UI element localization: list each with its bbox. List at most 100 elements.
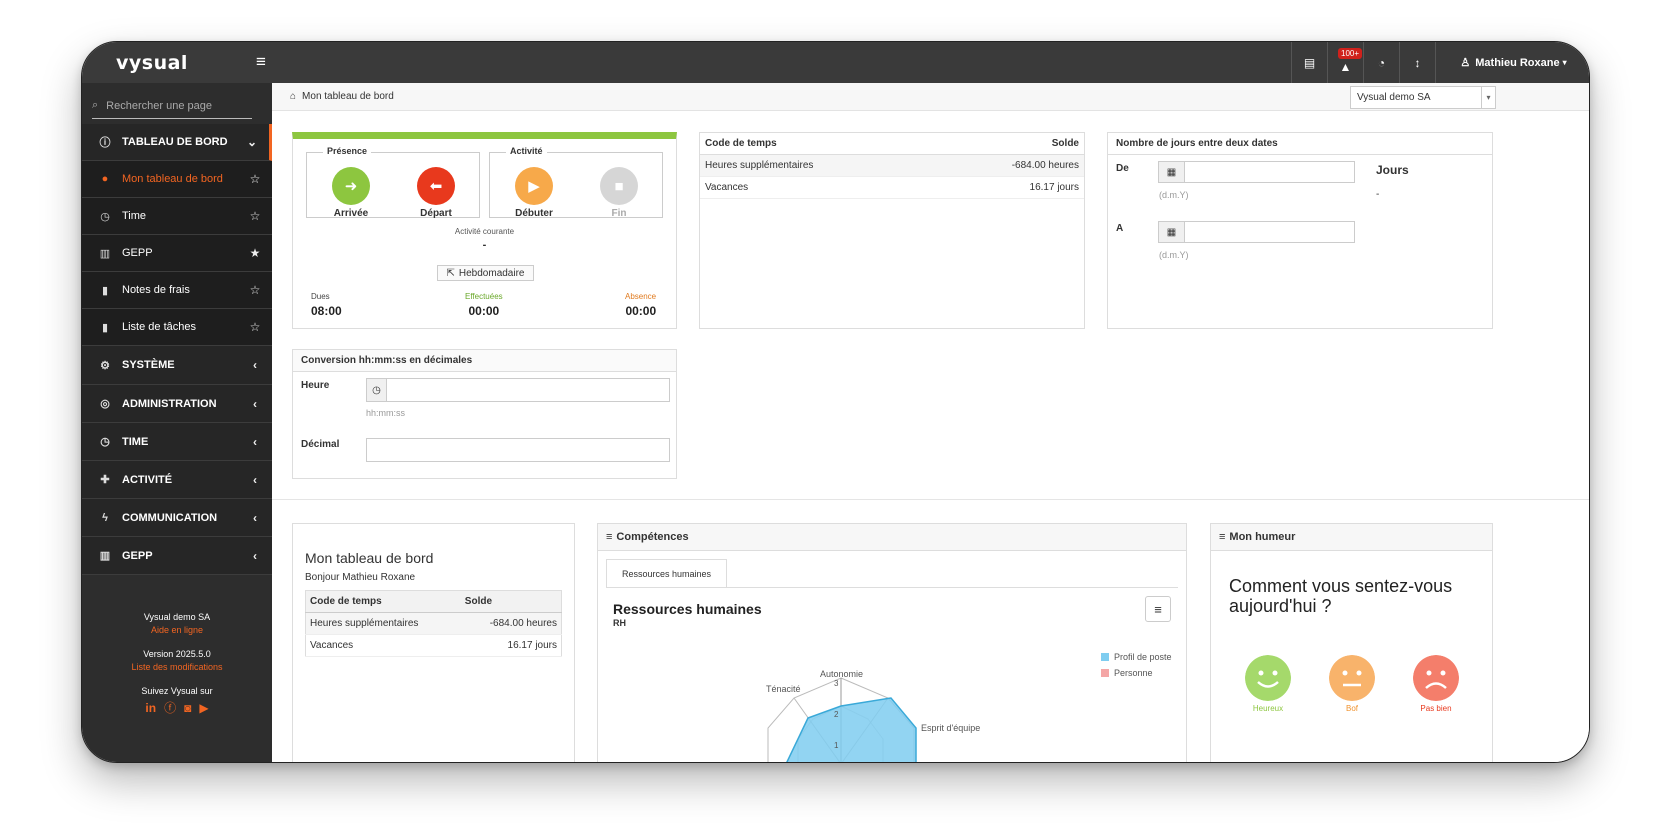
sidebar-item-gepp[interactable]: ▥ GEPP ★: [82, 235, 272, 272]
caret-down-icon: ▾: [1481, 87, 1495, 108]
document-button[interactable]: ▤: [1291, 42, 1327, 83]
sidebar-item-label: TABLEAU DE BORD: [122, 136, 228, 148]
dashboard-title: Mon tableau de bord: [305, 550, 434, 566]
sidebar-item-administration[interactable]: ◎ ADMINISTRATION ‹: [82, 385, 272, 423]
sidebar-item-label: ACTIVITÉ: [122, 473, 173, 486]
sidebar-item-notes-de-frais[interactable]: ▮ Notes de frais ☆: [82, 272, 272, 309]
star-outline-icon[interactable]: ☆: [246, 320, 264, 334]
app-logo: vysual: [116, 52, 188, 74]
decimal-input[interactable]: [366, 438, 670, 462]
sidebar-item-gepp-section[interactable]: ▥ GEPP ‹: [82, 537, 272, 575]
chevron-down-icon: ⌄: [246, 135, 258, 149]
sidebar: ⌕ Rechercher une page ⓘ TABLEAU DE BORD …: [82, 83, 272, 762]
legend-label: Personne: [1114, 668, 1153, 678]
legend-item[interactable]: Personne: [1101, 668, 1153, 678]
play-icon: ▶: [528, 178, 540, 195]
legend-item[interactable]: Profil de poste: [1101, 652, 1172, 662]
activite-group-title: Activité: [506, 146, 547, 156]
company-select[interactable]: Vysual demo SA ▾: [1350, 86, 1496, 109]
sidebar-item-tableau-de-bord[interactable]: ⓘ TABLEAU DE BORD ⌄: [82, 124, 272, 161]
happy-face-icon[interactable]: [1245, 655, 1291, 701]
sad-face-icon[interactable]: [1413, 655, 1459, 701]
debuter-label: Débuter: [515, 208, 553, 219]
star-outline-icon[interactable]: ☆: [246, 283, 264, 297]
changelog-link[interactable]: Liste des modifications: [82, 661, 272, 674]
bolt-icon: ϟ: [102, 511, 108, 524]
youtube-icon[interactable]: ▶: [199, 702, 208, 715]
sidebar-item-liste-de-taches[interactable]: ▮ Liste de tâches ☆: [82, 309, 272, 346]
axis-label: Ténacité: [766, 684, 801, 694]
breadcrumb-label: Mon tableau de bord: [302, 91, 394, 102]
date-from-input[interactable]: ▦: [1158, 161, 1355, 183]
app-window: vysual ≡ ▤ 100+ ▲ ◔ ↕ ♙ Mathieu Roxane ▾…: [81, 41, 1590, 763]
chart-menu-button[interactable]: ≡: [1145, 596, 1171, 622]
fin-button[interactable]: ■: [600, 167, 638, 205]
absence-value: 00:00: [625, 304, 657, 318]
current-activity-value: -: [482, 239, 487, 251]
dues-value: 08:00: [311, 304, 342, 318]
hamburger-icon[interactable]: ≡: [250, 52, 272, 72]
sidebar-item-activite[interactable]: ✚ ACTIVITÉ ‹: [82, 461, 272, 499]
user-name: Mathieu Roxane: [1475, 56, 1560, 69]
warning-icon: ▲: [1339, 59, 1352, 74]
presence-widget: Présence ➜ Arrivée ⬅ Départ Activité ▶ D…: [292, 132, 677, 329]
help-link[interactable]: Aide en ligne: [82, 624, 272, 637]
home-icon[interactable]: ⌂: [290, 91, 296, 102]
neutral-face-icon[interactable]: [1329, 655, 1375, 701]
external-link-icon: ⇱: [446, 267, 455, 279]
tab-ressources-humaines[interactable]: Ressources humaines: [606, 559, 727, 588]
search-input[interactable]: ⌕ Rechercher une page: [92, 93, 252, 119]
list-icon: ≡: [606, 531, 613, 543]
axis-label: Esprit d'équipe: [921, 723, 980, 733]
depart-button[interactable]: ⬅: [417, 167, 455, 205]
instagram-icon[interactable]: ◙: [184, 702, 191, 715]
rss-button[interactable]: ◔: [1363, 42, 1399, 83]
date-to-input[interactable]: ▦: [1158, 221, 1355, 243]
star-filled-icon[interactable]: ★: [246, 246, 264, 260]
sidebar-item-label: Liste de tâches: [122, 321, 196, 333]
row-label: Heures supplémentaires: [705, 160, 814, 171]
sidebar-item-time[interactable]: ◷ Time ☆: [82, 198, 272, 235]
clock-icon: ◷: [100, 210, 110, 223]
alerts-button[interactable]: 100+ ▲: [1327, 42, 1363, 83]
rss-icon: ◔: [1377, 55, 1386, 70]
facebook-icon[interactable]: ⓕ: [164, 702, 176, 715]
sidebar-item-systeme[interactable]: ⚙ SYSTÈME ‹: [82, 346, 272, 385]
row-label: Vacances: [305, 634, 461, 657]
presence-group: Présence ➜ Arrivée ⬅ Départ: [306, 146, 480, 219]
absence-stat: Absence 00:00: [625, 292, 656, 318]
star-outline-icon[interactable]: ☆: [246, 172, 264, 186]
arrivee-label: Arrivée: [333, 208, 369, 219]
competences-title: Compétences: [616, 531, 689, 543]
sidebar-item-communication[interactable]: ϟ COMMUNICATION ‹: [82, 499, 272, 537]
user-menu[interactable]: ♙ Mathieu Roxane ▾: [1435, 42, 1589, 83]
sidebar-item-label: Time: [122, 210, 147, 222]
sidebar-item-time-section[interactable]: ◷ TIME ‹: [82, 423, 272, 461]
scale-label: 2: [834, 710, 839, 719]
arrivee-button[interactable]: ➜: [332, 167, 370, 205]
effectuees-value: 00:00: [468, 304, 500, 318]
clock-icon: ◷: [367, 379, 387, 401]
heure-input[interactable]: ◷: [366, 378, 670, 402]
conversion-title: Conversion hh:mm:ss en décimales: [293, 350, 676, 372]
chart-icon: ▥: [99, 247, 111, 260]
scale-label: 3: [834, 679, 839, 688]
debuter-button[interactable]: ▶: [515, 167, 553, 205]
star-outline-icon[interactable]: ☆: [246, 209, 264, 223]
sidebar-item-mon-tableau-de-bord[interactable]: ● Mon tableau de bord ☆: [82, 161, 272, 198]
user-icon: ♙: [1460, 57, 1471, 69]
sidebar-item-label: Mon tableau de bord: [122, 173, 223, 185]
depart-label: Départ: [420, 208, 452, 219]
main-content: ⌂ Mon tableau de bord Vysual demo SA ▾ P…: [272, 83, 1589, 762]
radar-chart: Autonomie Esprit d'équipe Ténacité 3 2 1: [766, 669, 980, 762]
codetemps-header: Code de temps Solde: [700, 133, 1084, 155]
stop-icon: ■: [614, 177, 624, 195]
linkedin-icon[interactable]: in: [145, 702, 156, 715]
info-icon: ●: [101, 173, 109, 185]
legend-swatch: [1101, 669, 1109, 677]
chart-icon: ▥: [99, 550, 111, 562]
resize-button[interactable]: ↕: [1399, 42, 1435, 83]
puzzle-icon: ✚: [100, 474, 110, 486]
weekly-button[interactable]: ⇱ Hebdomadaire: [437, 265, 534, 281]
effectuees-stat: Effectuées 00:00: [465, 292, 503, 318]
